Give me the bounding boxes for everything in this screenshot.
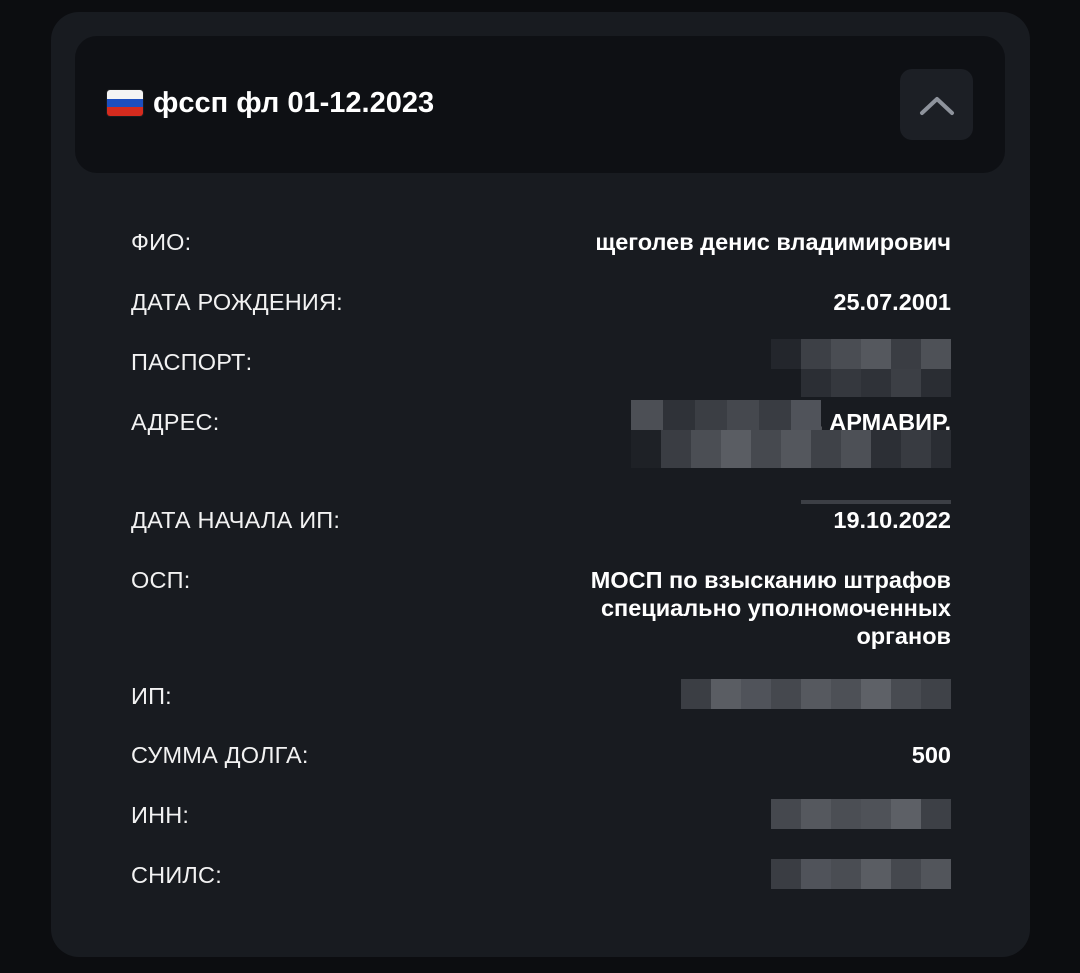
record-card: фссп фл 01-12.2023 ФИО: щеголев денис вл… (51, 12, 1030, 957)
redacted-address-3 (801, 500, 951, 504)
russia-flag-icon (107, 90, 143, 116)
field-label: СУММА ДОЛГА: (131, 742, 309, 768)
field-label: ФИО: (131, 229, 192, 255)
field-label: АДРЕС: (131, 409, 220, 435)
redacted-passport (771, 339, 951, 369)
field-osp: ОСП: МОСП по взысканию штрафов специальн… (131, 566, 951, 650)
redacted-inn (771, 799, 951, 829)
card-title: фссп фл 01-12.2023 (153, 87, 435, 119)
collapse-button[interactable] (900, 69, 973, 140)
field-label: ОСП: (131, 567, 191, 593)
field-birth-date: ДАТА РОЖДЕНИЯ: 25.07.2001 (131, 288, 951, 316)
field-label: СНИЛС: (131, 862, 222, 888)
field-value: МОСП по взысканию штрафов специально упо… (591, 566, 951, 650)
field-value: щеголев денис владимирович (595, 229, 951, 255)
osp-line: специально уполномоченных (600, 595, 951, 621)
field-label: ПАСПОРТ: (131, 349, 253, 375)
field-fio: ФИО: щеголев денис владимирович (131, 228, 951, 256)
field-value: 500 (911, 742, 951, 768)
osp-line: органов (856, 623, 951, 649)
redacted-passport-2 (801, 369, 951, 397)
field-value: 25.07.2001 (833, 289, 951, 315)
redacted-address-2 (631, 430, 951, 468)
field-label: ДАТА РОЖДЕНИЯ: (131, 289, 343, 315)
field-label: ИНН: (131, 802, 190, 828)
redacted-snils (771, 859, 951, 889)
field-label: ИП: (131, 683, 172, 709)
chevron-up-icon (919, 96, 954, 115)
header-title-group: фссп фл 01-12.2023 (107, 86, 434, 120)
field-value: 19.10.2022 (833, 507, 951, 533)
field-debt-amount: СУММА ДОЛГА: 500 (131, 741, 951, 769)
field-label: ДАТА НАЧАЛА ИП: (131, 507, 341, 533)
field-ip-start-date: ДАТА НАЧАЛА ИП: 19.10.2022 (131, 506, 951, 534)
redacted-ip (681, 679, 951, 709)
card-header[interactable]: фссп фл 01-12.2023 (75, 36, 1005, 173)
osp-line: МОСП по взысканию штрафов (590, 567, 951, 593)
redacted-address-1 (631, 400, 821, 430)
